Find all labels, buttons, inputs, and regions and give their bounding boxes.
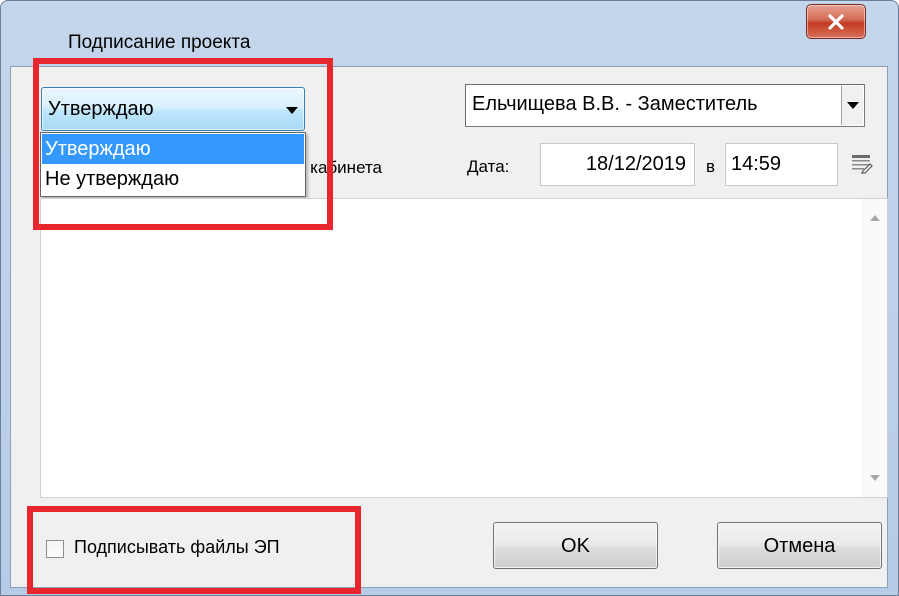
sign-files-checkbox[interactable] (46, 540, 64, 558)
resolution-dropdown-list: Утверждаю Не утверждаю (40, 132, 306, 197)
time-field[interactable]: 14:59 (725, 143, 838, 186)
comment-textarea[interactable] (40, 198, 888, 498)
signer-dropdown-button[interactable] (841, 86, 863, 125)
resolution-combobox[interactable]: Утверждаю (41, 87, 305, 131)
scroll-up-icon[interactable] (870, 215, 880, 221)
date-label: Дата: (467, 157, 510, 176)
option-approve[interactable]: Утверждаю (42, 134, 304, 164)
signer-value: Ельчищева В.В. - Заместитель (472, 93, 758, 115)
chevron-down-icon (286, 107, 298, 114)
option-reject[interactable]: Не утверждаю (42, 164, 304, 194)
window-title: Подписание проекта (68, 32, 251, 53)
date-field[interactable]: 18/12/2019 (540, 143, 695, 186)
scroll-down-icon[interactable] (870, 475, 880, 481)
partially-hidden-label: е кабинета (296, 158, 383, 177)
close-icon (828, 13, 844, 30)
resolution-selected-value: Утверждаю (48, 98, 154, 120)
cancel-button[interactable]: Отмена (717, 522, 882, 569)
vertical-scrollbar[interactable] (862, 199, 887, 497)
close-button[interactable] (806, 4, 866, 39)
sign-files-label: Подписывать файлы ЭП (74, 537, 280, 557)
ok-button[interactable]: OK (493, 522, 658, 569)
chevron-down-icon (846, 102, 859, 109)
time-prefix-label: в (706, 157, 716, 176)
signer-combobox[interactable]: Ельчищева В.В. - Заместитель (465, 84, 865, 127)
calendar-icon[interactable] (851, 152, 873, 174)
